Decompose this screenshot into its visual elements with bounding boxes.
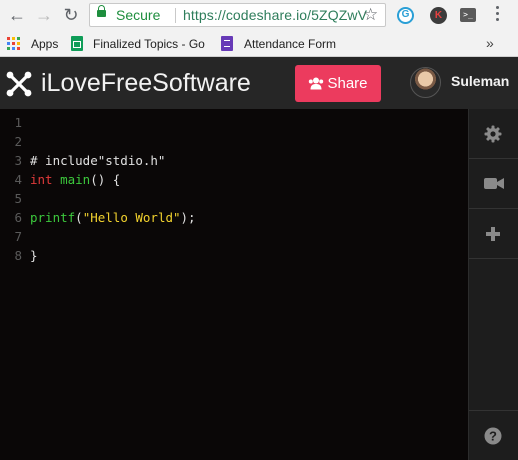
add-plus-icon — [486, 227, 500, 241]
bookmark-apps[interactable]: Apps — [31, 36, 58, 52]
add-button[interactable] — [469, 209, 518, 259]
settings-gear-icon — [484, 125, 502, 143]
sheets-icon — [71, 36, 83, 51]
help-button[interactable]: ? — [469, 410, 518, 460]
user-name[interactable]: Suleman — [451, 73, 509, 89]
bookmarks-bar: Apps Finalized Topics - Goo Attendance F… — [0, 31, 518, 57]
code-token: } — [30, 248, 38, 263]
code-token: int — [30, 172, 53, 187]
grammarly-icon[interactable]: G — [397, 7, 414, 24]
bookmark-star-icon[interactable]: ☆ — [363, 4, 378, 26]
line-number: 8 — [14, 248, 22, 263]
url-separator — [175, 8, 176, 23]
browser-menu-icon[interactable] — [496, 6, 500, 24]
back-arrow-icon[interactable]: ← — [6, 4, 28, 26]
code-line[interactable]: 7 — [0, 227, 468, 246]
video-camera-icon — [484, 178, 504, 189]
bookmark-attendance-form[interactable]: Attendance Form — [244, 36, 336, 52]
bookmark-finalized-topics[interactable]: Finalized Topics - Goo — [93, 36, 205, 52]
app-header: iLoveFreeSoftware Share Suleman — [0, 57, 518, 109]
forward-arrow-icon[interactable]: → — [33, 4, 55, 26]
more-bookmarks-chevron-icon[interactable]: » — [486, 35, 494, 51]
line-number: 1 — [14, 115, 22, 130]
lock-icon — [97, 5, 106, 17]
share-button[interactable]: Share — [295, 65, 381, 102]
code-line[interactable]: 6 printf("Hello World"); — [0, 208, 468, 227]
app-logo-text[interactable]: iLoveFreeSoftware — [41, 68, 251, 98]
code-token: () { — [90, 172, 121, 187]
line-number: 4 — [14, 172, 22, 187]
code-token: printf — [30, 210, 76, 225]
terminal-extension-icon[interactable]: >_ — [460, 8, 476, 22]
url-text[interactable]: https://codeshare.io/5ZQZwV — [183, 4, 367, 26]
right-sidebar: ? — [468, 109, 518, 460]
code-line[interactable]: 3 # include"stdio.h" — [0, 151, 468, 170]
code-text[interactable]: } — [30, 246, 38, 265]
code-line[interactable]: 8} — [0, 246, 468, 265]
share-label: Share — [327, 75, 368, 92]
forms-icon — [221, 36, 233, 51]
code-text[interactable]: printf("Hello World"); — [30, 208, 196, 227]
line-number: 3 — [14, 153, 22, 168]
help-question-icon: ? — [484, 427, 502, 445]
code-text[interactable]: int main() { — [30, 170, 120, 189]
video-call-button[interactable] — [469, 159, 518, 209]
users-icon — [309, 77, 324, 90]
code-token: "Hello World" — [82, 210, 181, 225]
settings-button[interactable] — [469, 109, 518, 159]
code-token: ); — [180, 210, 196, 225]
code-line[interactable]: 2 — [0, 132, 468, 151]
code-token: main — [60, 172, 91, 187]
code-token: ( — [75, 210, 83, 225]
reload-icon[interactable]: ↻ — [60, 4, 82, 26]
code-line[interactable]: 5 — [0, 189, 468, 208]
secure-label: Secure — [116, 7, 161, 23]
code-text[interactable]: # include"stdio.h" — [30, 151, 165, 170]
code-token: # include"stdio.h" — [30, 153, 166, 168]
code-line[interactable]: 4 int main() { — [0, 170, 468, 189]
k-extension-icon[interactable]: K — [430, 7, 447, 24]
line-number: 7 — [14, 229, 22, 244]
browser-toolbar: ← → ↻ Secure https://codeshare.io/5ZQZwV… — [0, 0, 518, 31]
code-editor[interactable]: 1 2 3 # include"stdio.h" 4 int main() { 5 6 prin… — [0, 109, 468, 460]
address-bar[interactable]: Secure https://codeshare.io/5ZQZwV — [89, 3, 386, 27]
avatar[interactable] — [410, 67, 441, 98]
line-number: 5 — [14, 191, 22, 206]
apps-grid-icon[interactable] — [7, 37, 20, 50]
logo-icon — [6, 71, 32, 97]
line-number: 2 — [14, 134, 22, 149]
line-number: 6 — [14, 210, 22, 225]
svg-text:?: ? — [489, 429, 497, 444]
code-line[interactable]: 1 — [0, 113, 468, 132]
